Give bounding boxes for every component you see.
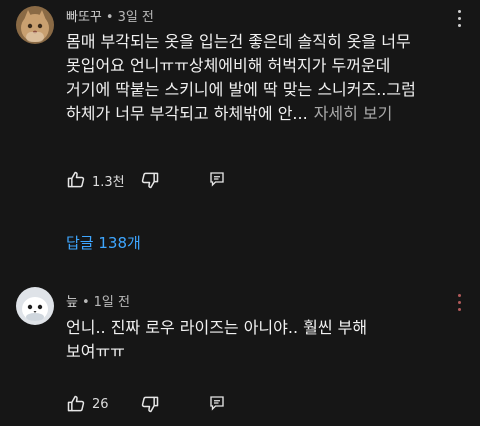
separator-dot: • [81, 295, 90, 310]
cat-avatar-icon[interactable] [16, 6, 54, 44]
read-more-link[interactable]: 자세히 보기 [314, 104, 393, 123]
comment-line: 몸매 부각되는 옷을 입는건 좋은데 솔직히 옷을 너무 [66, 32, 411, 51]
comment-actions: 26 [66, 394, 466, 414]
comment-time: 3일 전 [117, 10, 154, 25]
comment-line: 하체가 너무 부각되고 하체밖에 안... [66, 104, 308, 123]
thumbs-down-icon [141, 172, 159, 189]
like-button[interactable]: 26 [66, 394, 109, 414]
comment-line: 언니.. 진짜 로우 라이즈는 아니야.. 훨씬 부해 [66, 318, 368, 337]
like-count: 1.3천 [92, 174, 125, 190]
reply-button[interactable] [208, 394, 226, 412]
dislike-button[interactable] [140, 394, 160, 414]
comment-author[interactable]: 늪 [66, 295, 78, 310]
bird-avatar-icon[interactable] [16, 287, 54, 325]
replies-toggle[interactable]: 답글 138개 [66, 232, 141, 253]
reply-icon [210, 172, 224, 187]
separator-dot: • [105, 10, 114, 25]
thumbs-up-icon [67, 171, 85, 188]
dislike-button[interactable] [140, 170, 160, 190]
comment-text: 언니.. 진짜 로우 라이즈는 아니야.. 훨씬 부해 보여ㅠㅠ [66, 316, 367, 364]
comment-actions: 1.3천 [66, 170, 466, 190]
comment-line-last: 하체가 너무 부각되고 하체밖에 안... 자세히 보기 [66, 102, 416, 126]
more-vert-icon[interactable] [458, 294, 462, 312]
comment-author[interactable]: 빠또꾸 [66, 10, 102, 25]
reply-icon [210, 396, 224, 411]
comment-meta: 빠또꾸 • 3일 전 [66, 6, 154, 25]
like-count: 26 [92, 396, 109, 412]
comment-line: 보여ㅠㅠ [66, 342, 125, 361]
reply-button[interactable] [208, 170, 226, 188]
comment-time: 1일 전 [93, 295, 130, 310]
comment-line: 못입어요 언니ㅠㅠ상체에비해 허벅지가 두꺼운데 [66, 56, 391, 75]
comment-meta: 늪 • 1일 전 [66, 291, 130, 310]
thumbs-down-icon [141, 396, 159, 413]
more-vert-icon[interactable] [458, 10, 462, 28]
thumbs-up-icon [67, 395, 85, 412]
like-button[interactable]: 1.3천 [66, 170, 125, 190]
comment-text: 몸매 부각되는 옷을 입는건 좋은데 솔직히 옷을 너무 못입어요 언니ㅠㅠ상체… [66, 30, 416, 126]
comment-line: 거기에 딱붙는 스키니에 발에 딱 맞는 스니커즈..그럼 [66, 80, 416, 99]
